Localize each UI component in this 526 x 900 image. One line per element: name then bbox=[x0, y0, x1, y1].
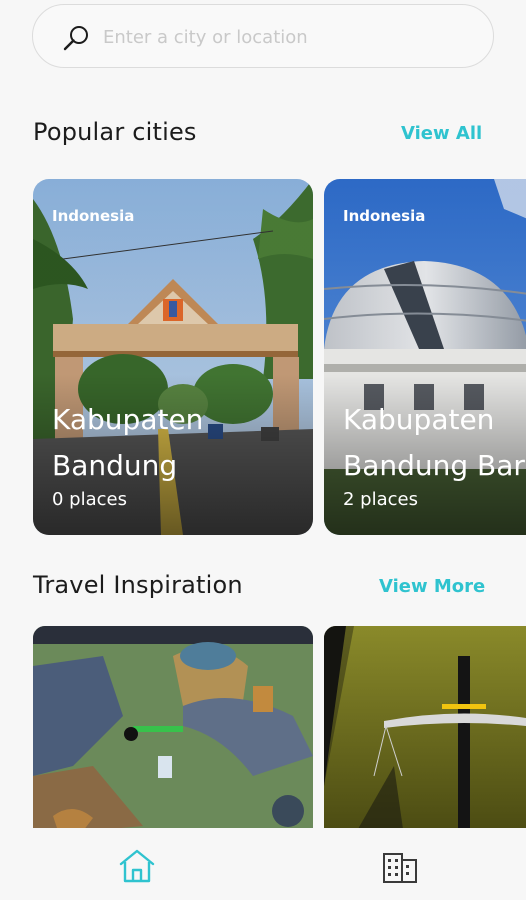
card-places-count: 0 places bbox=[52, 489, 127, 510]
travel-inspiration-title: Travel Inspiration bbox=[33, 571, 243, 599]
bottom-navigation bbox=[0, 828, 526, 900]
card-city-name-line1: Kabupaten bbox=[343, 403, 495, 436]
card-places-count: 2 places bbox=[343, 489, 418, 510]
card-city-name-line1: Kabupaten bbox=[52, 403, 204, 436]
card-city-name: Kabupaten Bandung Barat bbox=[343, 397, 526, 489]
inspiration-image bbox=[324, 626, 526, 828]
inspiration-card[interactable] bbox=[33, 626, 313, 828]
card-city-name: Kabupaten Bandung bbox=[52, 397, 313, 489]
card-city-name-line2: Bandung Barat bbox=[343, 449, 526, 482]
city-buildings-icon[interactable] bbox=[380, 846, 420, 886]
city-card[interactable]: Indonesia Kabupaten Bandung Barat 2 plac… bbox=[324, 179, 526, 535]
card-country: Indonesia bbox=[52, 207, 135, 225]
city-card[interactable]: Indonesia Kabupaten Bandung 0 places bbox=[33, 179, 313, 535]
inspiration-card[interactable] bbox=[324, 626, 526, 828]
popular-cities-carousel[interactable]: Indonesia Kabupaten Bandung 0 places Ind… bbox=[0, 179, 526, 535]
search-input[interactable] bbox=[103, 19, 473, 55]
travel-inspiration-carousel[interactable] bbox=[0, 626, 526, 828]
search-icon bbox=[63, 26, 88, 51]
search-bar[interactable] bbox=[32, 4, 494, 68]
card-country: Indonesia bbox=[343, 207, 426, 225]
popular-cities-title: Popular cities bbox=[33, 118, 197, 146]
home-icon[interactable] bbox=[117, 846, 157, 886]
inspiration-image bbox=[33, 626, 313, 828]
view-all-link[interactable]: View All bbox=[401, 123, 482, 144]
card-city-name-line2: Bandung bbox=[52, 449, 178, 482]
view-more-link[interactable]: View More bbox=[379, 576, 485, 597]
